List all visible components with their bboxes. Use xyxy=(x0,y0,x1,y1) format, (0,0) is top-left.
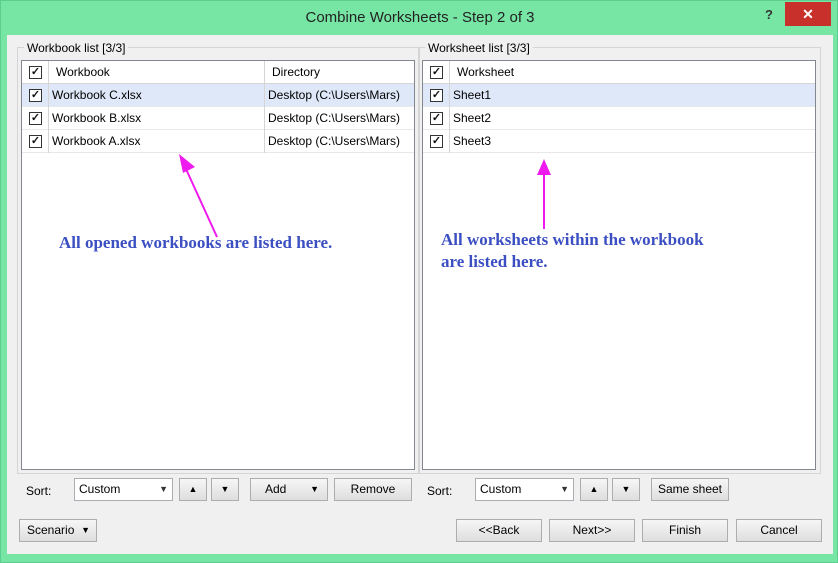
worksheet-sort-value: Custom xyxy=(480,482,522,496)
worksheet-sort-label: Sort: xyxy=(427,484,453,498)
workbook-sort-value: Custom xyxy=(79,482,121,496)
worksheet-sort-select[interactable]: Custom ▼ xyxy=(475,478,574,501)
workbook-move-down-button[interactable]: ▼ xyxy=(211,478,239,501)
worksheet-list[interactable]: ✓ Worksheet ✓ Sheet1 ✓ Sheet2 ✓ Sheet3 A… xyxy=(422,60,816,470)
workbook-annotation: All opened workbooks are listed here. xyxy=(59,233,333,252)
help-button[interactable]: ? xyxy=(758,5,780,25)
add-button-label: Add xyxy=(265,482,287,496)
worksheet-move-up-button[interactable]: ▲ xyxy=(580,478,608,501)
worksheet-annotation-line1: All worksheets within the workbook xyxy=(441,230,704,249)
arrow-up-icon: ▲ xyxy=(589,484,599,494)
scenario-button-label: Scenario xyxy=(27,523,75,537)
chevron-down-icon: ▼ xyxy=(159,484,168,494)
arrow-down-icon: ▼ xyxy=(220,484,230,494)
chevron-down-icon: ▼ xyxy=(310,484,319,494)
chevron-down-icon: ▼ xyxy=(560,484,569,494)
arrow-down-icon: ▼ xyxy=(621,484,631,494)
scenario-button[interactable]: Scenario ▼ xyxy=(19,519,97,542)
title-bar[interactable]: Combine Worksheets - Step 2 of 3 ? ✕ xyxy=(1,1,838,35)
worksheet-move-down-button[interactable]: ▼ xyxy=(612,478,640,501)
workbook-list[interactable]: ✓ Workbook Directory ✓ Workbook C.xlsx D… xyxy=(21,60,415,470)
same-sheet-button[interactable]: Same sheet xyxy=(651,478,729,501)
finish-button[interactable]: Finish xyxy=(642,519,728,542)
worksheet-group-label: Worksheet list [3/3] xyxy=(425,41,533,55)
add-button[interactable]: Add ▼ xyxy=(250,478,328,501)
cancel-button[interactable]: Cancel xyxy=(736,519,822,542)
workbook-arrow-icon xyxy=(179,154,218,238)
close-button[interactable]: ✕ xyxy=(785,2,831,26)
dialog-window: Combine Worksheets - Step 2 of 3 ? ✕ Wor… xyxy=(0,0,838,563)
workbook-sort-select[interactable]: Custom ▼ xyxy=(74,478,173,501)
back-button[interactable]: <<Back xyxy=(456,519,542,542)
dialog-body: Workbook list [3/3] ✓ Workbook Directory… xyxy=(7,35,833,554)
worksheet-annotation-line2: are listed here. xyxy=(441,252,548,271)
next-button[interactable]: Next>> xyxy=(549,519,635,542)
workbook-move-up-button[interactable]: ▲ xyxy=(179,478,207,501)
chevron-down-icon: ▼ xyxy=(81,525,90,535)
workbook-sort-label: Sort: xyxy=(26,484,52,498)
remove-button[interactable]: Remove xyxy=(334,478,412,501)
arrow-up-icon: ▲ xyxy=(188,484,198,494)
workbook-group-label: Workbook list [3/3] xyxy=(24,41,129,55)
window-title: Combine Worksheets - Step 2 of 3 xyxy=(305,9,535,26)
